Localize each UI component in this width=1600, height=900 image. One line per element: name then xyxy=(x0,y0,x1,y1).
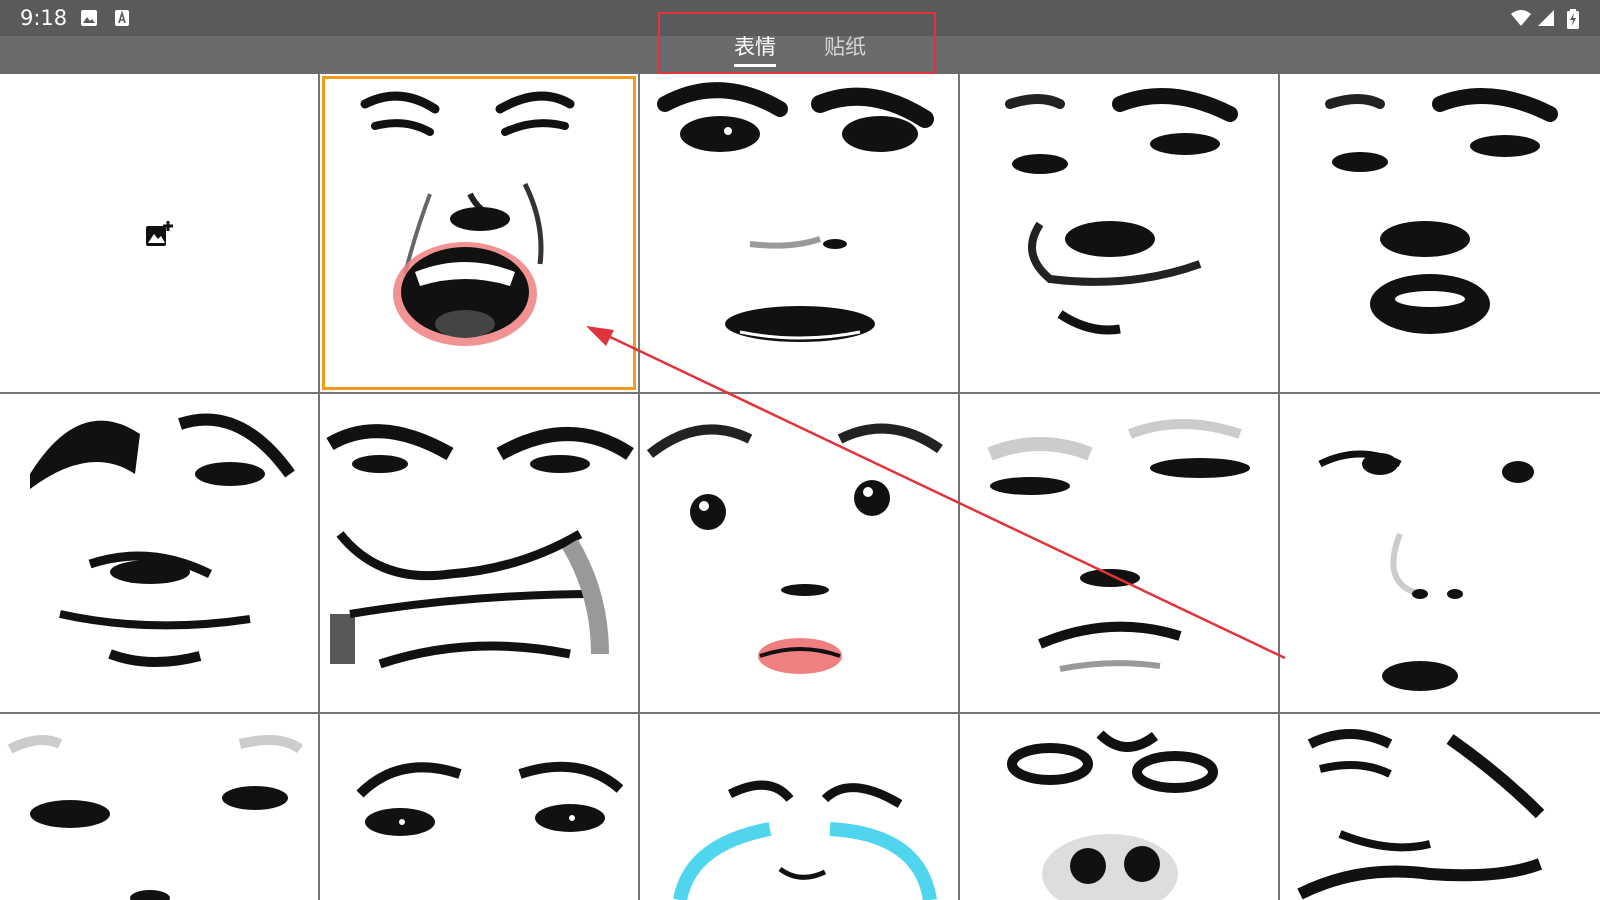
face-grid xyxy=(0,74,1600,900)
face-item-cute[interactable] xyxy=(640,394,958,712)
face-item-sleepy[interactable] xyxy=(0,714,318,900)
signal-icon xyxy=(1537,9,1555,31)
keyboard-a-icon xyxy=(114,9,130,31)
face-item-laughing[interactable] xyxy=(320,74,638,392)
tab-bar: 表情 贴纸 xyxy=(0,35,1600,74)
face-item-sideeye[interactable] xyxy=(1280,394,1600,712)
active-tab-indicator xyxy=(734,64,776,67)
face-item-smirk[interactable] xyxy=(960,74,1278,392)
face-item-stare[interactable] xyxy=(320,714,638,900)
face-item-disgust[interactable] xyxy=(1280,714,1600,900)
tab-expressions[interactable]: 表情 xyxy=(734,25,776,69)
face-item-crying[interactable] xyxy=(640,714,958,900)
status-time: 9:18 xyxy=(20,6,68,30)
add-image-cell[interactable] xyxy=(0,74,318,392)
tab-stickers[interactable]: 贴纸 xyxy=(824,25,866,69)
face-item-pig-nose[interactable] xyxy=(960,714,1278,900)
image-icon xyxy=(80,9,98,31)
add-photo-icon xyxy=(144,219,174,249)
face-item-grimace[interactable] xyxy=(320,394,638,712)
face-item-pout[interactable] xyxy=(1280,74,1600,392)
status-bar: 9:18 xyxy=(0,0,1600,36)
wifi-icon xyxy=(1510,9,1532,31)
face-item-smug[interactable] xyxy=(960,394,1278,712)
face-item-frown[interactable] xyxy=(640,74,958,392)
battery-charging-icon xyxy=(1567,9,1579,33)
face-item-squint[interactable] xyxy=(0,394,318,712)
